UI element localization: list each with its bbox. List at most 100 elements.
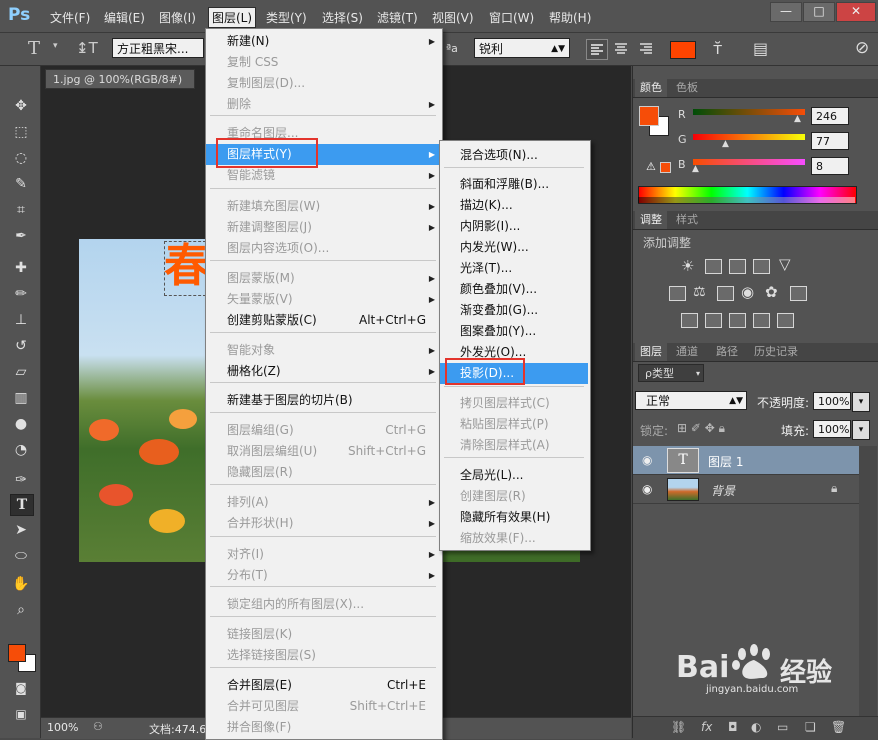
lasso-tool-icon[interactable]: ◌ — [10, 148, 32, 168]
layer-style-menu-item[interactable]: 斜面和浮雕(B)... — [440, 174, 588, 195]
layer-menu-item[interactable]: 栅格化(Z) ▶ — [206, 361, 440, 382]
tab-channels[interactable]: 通道 — [671, 343, 703, 361]
type-tool-icon[interactable]: T — [10, 494, 34, 516]
marquee-tool-icon[interactable]: ⬚ — [10, 122, 32, 142]
cancel-icon[interactable]: ⊘ — [855, 38, 869, 58]
green-slider[interactable] — [693, 134, 805, 140]
link-layers-icon[interactable]: ⛓ — [671, 720, 686, 734]
levels-icon[interactable] — [705, 259, 722, 274]
layer-menu-item[interactable]: 图层蒙版(M) ▶ — [206, 268, 440, 289]
layer-style-menu-item[interactable]: 颜色叠加(V)... — [440, 279, 588, 300]
layer-name[interactable]: 图层 1 — [708, 453, 743, 470]
tool-preset-chevron-icon[interactable]: ▾ — [53, 41, 58, 51]
screen-mode-icon[interactable]: ▣ — [10, 704, 32, 724]
opacity-input[interactable]: 100% — [813, 392, 851, 410]
clone-stamp-tool-icon[interactable]: ⊥ — [10, 310, 32, 330]
layer-name[interactable]: 背景 — [711, 482, 735, 499]
healing-brush-tool-icon[interactable]: ✚ — [10, 258, 32, 278]
layer-menu-item[interactable]: 拼合图像(F) — [206, 717, 440, 738]
layer-menu-item[interactable]: 排列(A) ▶ — [206, 492, 440, 513]
type-tool-icon[interactable]: T — [28, 38, 40, 59]
font-family-select[interactable]: 方正粗黑宋... — [112, 38, 204, 58]
minimize-button[interactable]: — — [770, 2, 802, 22]
opacity-dropdown[interactable]: ▾ — [852, 392, 870, 412]
menu-edit[interactable]: 编辑(E) — [104, 9, 145, 26]
posterize-icon[interactable] — [705, 313, 722, 328]
layer-style-menu-item[interactable]: 图案叠加(Y)... — [440, 321, 588, 342]
layer-style-menu-item[interactable]: 渐变叠加(G)... — [440, 300, 588, 321]
lock-icons[interactable]: ⊞ ✐ ✥ 🔒︎ — [677, 421, 725, 436]
hue-saturation-icon[interactable] — [669, 286, 686, 301]
layer-style-menu-item[interactable]: 粘贴图层样式(P) — [440, 414, 588, 435]
tab-styles[interactable]: 样式 — [671, 211, 703, 229]
history-brush-tool-icon[interactable]: ↺ — [10, 336, 32, 356]
selective-color-icon[interactable] — [753, 313, 770, 328]
warp-text-icon[interactable]: ᴛ̆ — [713, 39, 722, 58]
layer-row-text[interactable]: ◉ T 图层 1 — [633, 446, 859, 475]
channel-mixer-icon[interactable]: ✿ — [765, 283, 778, 301]
layer-menu-item[interactable]: 取消图层编组(U) Shift+Ctrl+G — [206, 441, 440, 462]
new-group-icon[interactable]: ▭ — [777, 720, 788, 734]
tab-color[interactable]: 颜色 — [635, 79, 667, 97]
eye-icon[interactable]: ◉ — [642, 453, 652, 467]
hand-tool-icon[interactable]: ✋ — [10, 574, 32, 594]
tab-layers[interactable]: 图层 — [635, 343, 667, 361]
anti-alias-select[interactable]: 锐利 ▲▼ — [474, 38, 570, 58]
layer-menu-item[interactable]: 删除 ▶ — [206, 94, 440, 115]
layer-menu-item[interactable]: 智能滤镜 ▶ — [206, 165, 440, 186]
layer-menu-item[interactable]: 图层编组(G) Ctrl+G — [206, 420, 440, 441]
red-slider-handle[interactable]: ▲ — [794, 114, 801, 124]
add-mask-icon[interactable]: ◘ — [728, 720, 738, 734]
eyedropper-tool-icon[interactable]: ✒ — [10, 226, 32, 246]
photo-filter-icon[interactable]: ◉ — [741, 283, 754, 301]
menu-window[interactable]: 窗口(W) — [489, 9, 534, 26]
pen-tool-icon[interactable]: ✑ — [10, 470, 32, 490]
layer-menu-item[interactable]: 合并可见图层 Shift+Ctrl+E — [206, 696, 440, 717]
menu-filter[interactable]: 滤镜(T) — [377, 9, 418, 26]
layer-menu-item[interactable]: 新建填充图层(W) ▶ — [206, 196, 440, 217]
layer-style-menu-item[interactable]: 全局光(L)... — [440, 465, 588, 486]
new-layer-icon[interactable]: ❏ — [805, 720, 816, 734]
text-orientation-icon[interactable]: ↨T — [76, 39, 98, 57]
tab-paths[interactable]: 路径 — [711, 343, 743, 361]
document-tab[interactable]: 1.jpg @ 100%(RGB/8#) — [45, 69, 195, 89]
move-tool-icon[interactable]: ✥ — [10, 96, 32, 116]
black-white-icon[interactable] — [717, 286, 734, 301]
tab-swatches[interactable]: 色板 — [671, 79, 703, 97]
blue-value-input[interactable]: 8 — [811, 157, 849, 175]
layer-menu-item[interactable]: 新建(N) ▶ — [206, 31, 440, 52]
crop-tool-icon[interactable]: ⌗ — [10, 200, 32, 220]
layer-style-menu-item[interactable]: 拷贝图层样式(C) — [440, 393, 588, 414]
layer-style-menu-item[interactable]: 内阴影(I)... — [440, 216, 588, 237]
vibrance-icon[interactable]: ▽ — [779, 255, 791, 273]
menu-select[interactable]: 选择(S) — [322, 9, 363, 26]
layer-menu-item[interactable]: 创建剪贴蒙版(C) Alt+Ctrl+G — [206, 310, 440, 331]
brush-tool-icon[interactable]: ✏ — [10, 284, 32, 304]
layer-style-menu-item[interactable]: 隐藏所有效果(H) — [440, 507, 588, 528]
layer-style-menu-item[interactable]: 描边(K)... — [440, 195, 588, 216]
layer-menu-item[interactable]: 新建调整图层(J) ▶ — [206, 217, 440, 238]
eraser-tool-icon[interactable]: ▱ — [10, 362, 32, 382]
green-value-input[interactable]: 77 — [811, 132, 849, 150]
layer-menu-item[interactable]: 对齐(I) ▶ — [206, 544, 440, 565]
close-button[interactable]: ✕ — [836, 2, 876, 22]
menu-image[interactable]: 图像(I) — [159, 9, 196, 26]
tab-adjustments[interactable]: 调整 — [635, 211, 667, 229]
layer-row-background[interactable]: ◉ 背景 🔒︎ — [633, 475, 859, 504]
layer-filter-select[interactable]: ρ类型 ▾ — [638, 364, 704, 382]
layer-menu-item[interactable]: 合并形状(H) ▶ — [206, 513, 440, 534]
exposure-icon[interactable] — [753, 259, 770, 274]
layer-menu-item[interactable]: 合并图层(E) Ctrl+E — [206, 675, 440, 696]
ellipse-tool-icon[interactable]: ⬭ — [10, 546, 32, 566]
layer-menu-item[interactable]: 分布(T) ▶ — [206, 565, 440, 586]
menu-view[interactable]: 视图(V) — [432, 9, 474, 26]
fill-dropdown[interactable]: ▾ — [852, 420, 870, 440]
quick-mask-icon[interactable]: ◙ — [10, 678, 32, 698]
adjustment-layer-icon[interactable]: ◐ — [751, 720, 761, 734]
red-value-input[interactable]: 246 — [811, 107, 849, 125]
blend-mode-select[interactable]: 正常 ▲▼ — [635, 391, 747, 410]
align-left-button[interactable] — [586, 39, 608, 60]
layer-style-menu-item[interactable]: 内发光(W)... — [440, 237, 588, 258]
menu-type[interactable]: 类型(Y) — [266, 9, 307, 26]
layer-style-menu-item[interactable]: 创建图层(R) — [440, 486, 588, 507]
